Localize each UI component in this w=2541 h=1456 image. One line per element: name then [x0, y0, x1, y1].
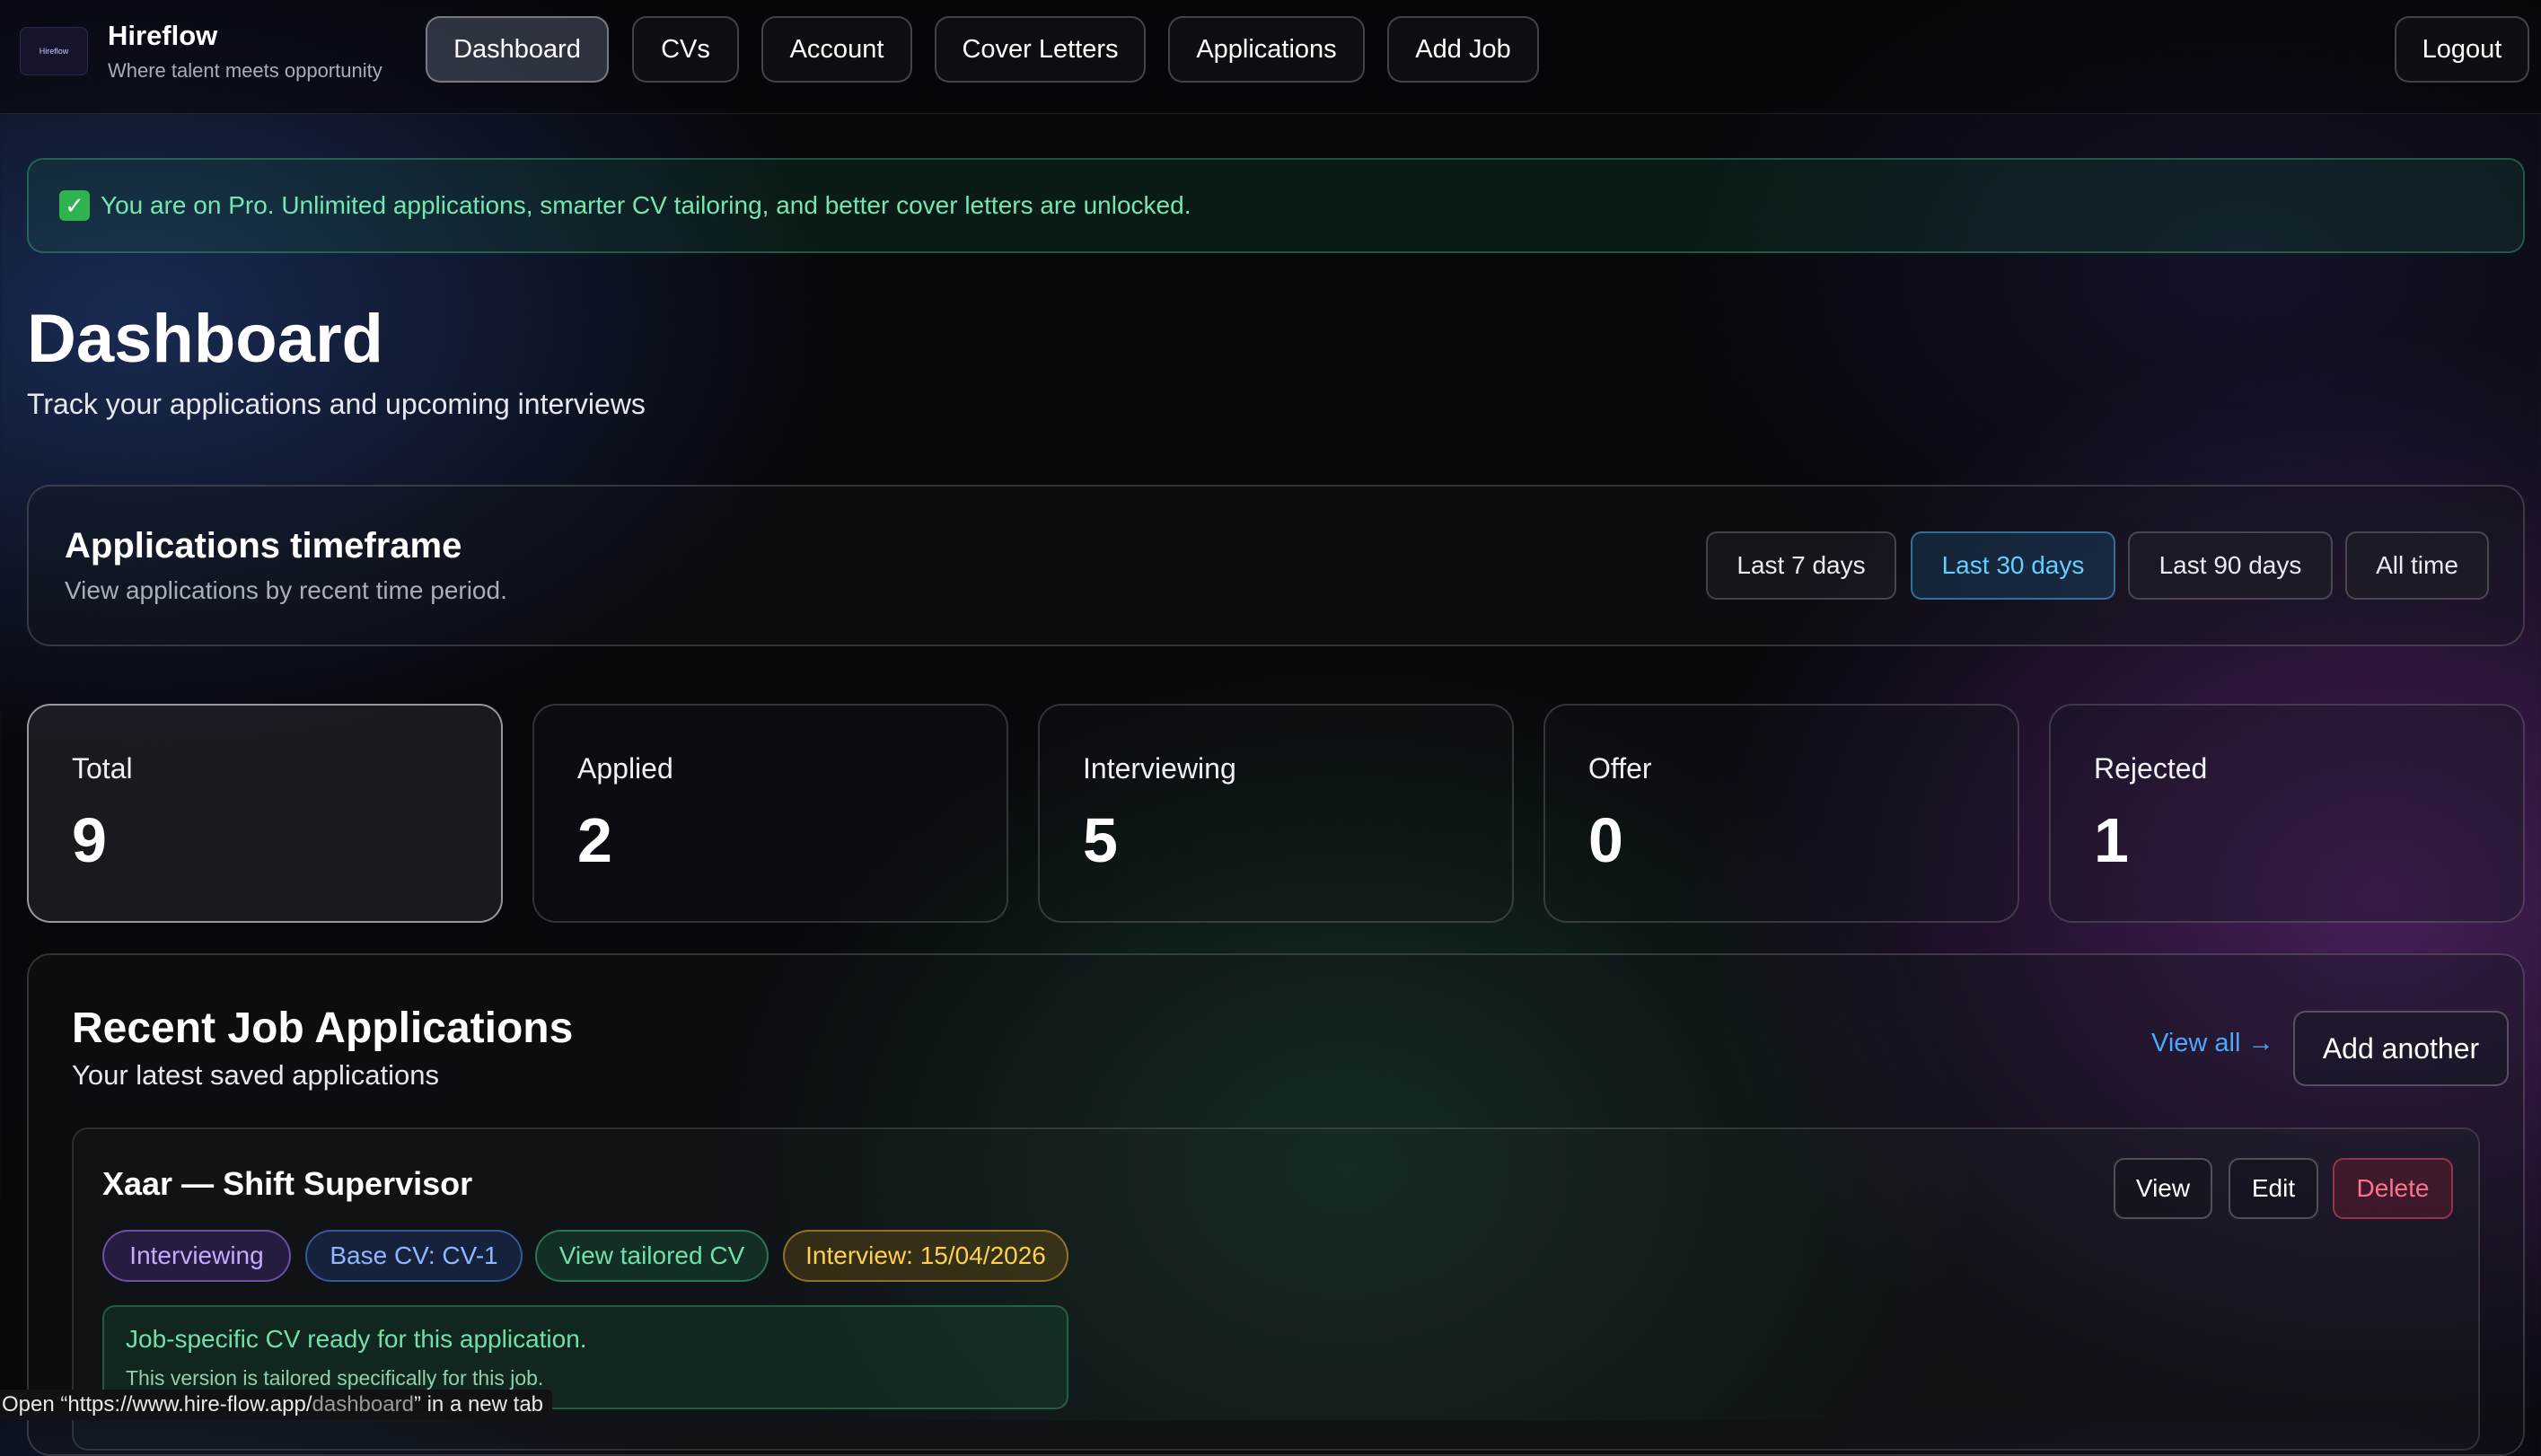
- timeframe-all-time-button[interactable]: All time: [2345, 531, 2489, 600]
- view-button[interactable]: View: [2114, 1158, 2212, 1219]
- timeframe-last-30-days-button[interactable]: Last 30 days: [1911, 531, 2115, 600]
- stat-label: Total: [72, 752, 133, 785]
- job-title: Xaar — Shift Supervisor: [102, 1165, 473, 1202]
- check-icon: ✓: [59, 190, 90, 221]
- tailored-cv-ready-subtitle: This version is tailored specifically fo…: [126, 1366, 544, 1390]
- nav-cvs-button[interactable]: CVs: [632, 16, 739, 83]
- timeframe-title: Applications timeframe: [65, 526, 462, 566]
- stat-card-interviewing[interactable]: Interviewing 5: [1038, 704, 1514, 923]
- stat-value: 2: [577, 805, 612, 875]
- stat-label: Offer: [1588, 752, 1652, 785]
- stat-value: 9: [72, 805, 107, 875]
- stat-card-offer[interactable]: Offer 0: [1543, 704, 2019, 923]
- nav-add-job-button[interactable]: Add Job: [1387, 16, 1539, 83]
- nav-dashboard-button[interactable]: Dashboard: [426, 16, 609, 83]
- delete-button[interactable]: Delete: [2333, 1158, 2453, 1219]
- stat-card-rejected[interactable]: Rejected 1: [2049, 704, 2525, 923]
- stat-card-total[interactable]: Total 9: [27, 704, 503, 923]
- timeframe-last-7-days-button[interactable]: Last 7 days: [1706, 531, 1896, 600]
- nav-applications-button[interactable]: Applications: [1168, 16, 1365, 83]
- stat-label: Applied: [577, 752, 673, 785]
- link-preview-status: Open “https://www.hire-flow.app/dashboar…: [0, 1390, 553, 1420]
- pro-status-banner: ✓ You are on Pro. Unlimited applications…: [27, 158, 2525, 253]
- nav-cover-letters-button[interactable]: Cover Letters: [935, 16, 1146, 83]
- base-cv-badge: Base CV: CV-1: [305, 1230, 523, 1282]
- timeframe-subtitle: View applications by recent time period.: [65, 576, 507, 604]
- nav-account-button[interactable]: Account: [761, 16, 912, 83]
- pro-status-text: You are on Pro. Unlimited applications, …: [101, 191, 1191, 219]
- stat-label: Rejected: [2094, 752, 2208, 785]
- logout-button[interactable]: Logout: [2395, 16, 2529, 83]
- tailored-cv-ready-title: Job-specific CV ready for this applicati…: [126, 1325, 587, 1353]
- brand-tagline: Where talent meets opportunity: [108, 59, 382, 82]
- page-subtitle: Track your applications and upcoming int…: [27, 388, 646, 420]
- brand-title: Hireflow: [108, 20, 218, 51]
- recent-applications-title: Recent Job Applications: [72, 1004, 574, 1052]
- top-nav-bar: Hireflow Hireflow Where talent meets opp…: [0, 0, 2541, 114]
- add-another-button[interactable]: Add another: [2293, 1011, 2509, 1086]
- stat-value: 5: [1083, 805, 1118, 875]
- view-all-link[interactable]: View all →: [2151, 1029, 2273, 1058]
- timeframe-panel: Applications timeframe View applications…: [27, 485, 2525, 646]
- stat-card-applied[interactable]: Applied 2: [532, 704, 1008, 923]
- timeframe-last-90-days-button[interactable]: Last 90 days: [2128, 531, 2333, 600]
- interview-date-badge: Interview: 15/04/2026: [783, 1230, 1068, 1282]
- hireflow-logo[interactable]: Hireflow: [20, 27, 88, 75]
- stat-value: 0: [1588, 805, 1623, 875]
- edit-button[interactable]: Edit: [2229, 1158, 2318, 1219]
- view-tailored-cv-button[interactable]: View tailored CV: [535, 1230, 769, 1282]
- stat-label: Interviewing: [1083, 752, 1236, 785]
- stat-value: 1: [2094, 805, 2129, 875]
- recent-applications-subtitle: Your latest saved applications: [72, 1059, 440, 1091]
- page-title: Dashboard: [27, 301, 383, 377]
- status-badge: Interviewing: [102, 1230, 291, 1282]
